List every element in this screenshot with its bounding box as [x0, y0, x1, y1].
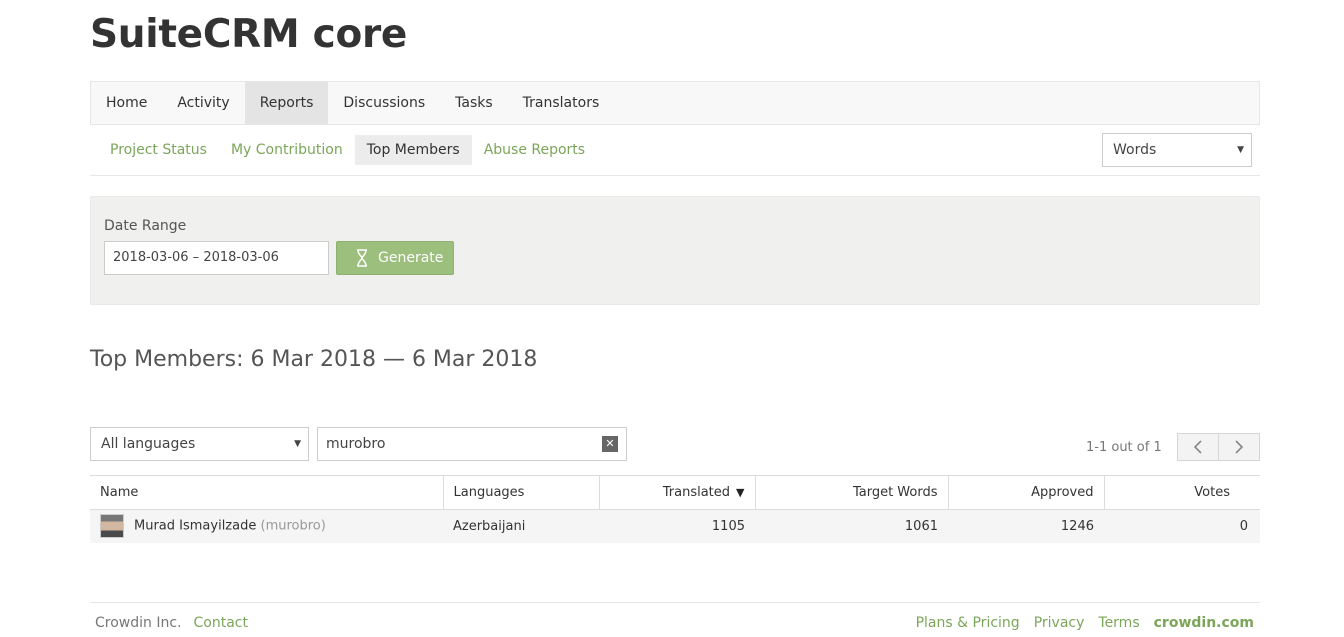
col-target-words[interactable]: Target Words [754, 475, 948, 510]
member-approved: 1246 [948, 509, 1104, 543]
footer-plans-link[interactable]: Plans & Pricing [916, 615, 1020, 631]
date-range-label: Date Range [104, 218, 187, 234]
member-username: (murobro) [260, 518, 326, 534]
date-range-input[interactable]: 2018-03-06 – 2018-03-06 [104, 241, 329, 275]
tab-my-contribution[interactable]: My Contribution [219, 135, 355, 165]
report-heading: Top Members: 6 Mar 2018 — 6 Mar 2018 [90, 347, 538, 372]
next-page-button[interactable] [1218, 434, 1259, 460]
nav-discussions[interactable]: Discussions [328, 82, 440, 124]
tab-project-status[interactable]: Project Status [98, 135, 219, 165]
units-select-value: Words [1113, 142, 1157, 158]
table-row: Murad Ismayilzade (murobro) Azerbaijani … [90, 509, 1260, 543]
member-votes: 0 [1104, 509, 1260, 543]
tab-top-members[interactable]: Top Members [354, 135, 472, 165]
nav-tasks[interactable]: Tasks [440, 82, 508, 124]
footer-company: Crowdin Inc. [95, 615, 182, 631]
prev-page-button[interactable] [1178, 434, 1218, 460]
caret-down-icon: ▼ [1237, 145, 1244, 155]
member-translated: 1105 [599, 509, 755, 543]
units-select[interactable]: Words ▼ [1102, 133, 1252, 167]
reports-sub-nav: Project Status My Contribution Top Membe… [90, 125, 1260, 176]
col-translated[interactable]: Translated ▼ [598, 475, 755, 510]
tab-abuse-reports[interactable]: Abuse Reports [472, 135, 597, 165]
pagination-info: 1-1 out of 1 [1086, 440, 1162, 455]
footer-brand-link[interactable]: crowdin.com [1154, 615, 1254, 631]
footer-right: Plans & Pricing Privacy Terms crowdin.co… [916, 615, 1254, 631]
member-languages: Azerbaijani [443, 509, 599, 543]
table-header-row: Name Languages Translated ▼ Target Words … [90, 475, 1260, 510]
avatar [100, 514, 124, 539]
footer-left: Crowdin Inc. Contact [95, 615, 248, 631]
pagination [1177, 433, 1260, 461]
footer-terms-link[interactable]: Terms [1098, 615, 1139, 631]
chevron-right-icon [1235, 440, 1244, 454]
nav-translators[interactable]: Translators [508, 82, 615, 124]
caret-down-icon: ▼ [294, 439, 301, 449]
sort-desc-icon: ▼ [736, 486, 745, 499]
col-approved[interactable]: Approved [947, 475, 1104, 510]
nav-home[interactable]: Home [91, 82, 162, 124]
generate-label: Generate [378, 250, 444, 266]
clear-icon[interactable]: ✕ [602, 436, 618, 452]
member-name-cell: Murad Ismayilzade (murobro) [90, 509, 443, 543]
member-target-words: 1061 [755, 509, 948, 543]
chevron-left-icon [1193, 440, 1202, 454]
language-filter-value: All languages [101, 436, 196, 452]
member-name[interactable]: Murad Ismayilzade [134, 519, 256, 534]
nav-reports[interactable]: Reports [244, 82, 329, 124]
footer: Crowdin Inc. Contact Plans & Pricing Pri… [90, 602, 1260, 637]
member-search-input[interactable]: murobro ✕ [317, 427, 627, 461]
language-filter-select[interactable]: All languages ▼ [90, 427, 309, 461]
search-value: murobro [326, 436, 386, 452]
col-votes[interactable]: Votes [1103, 475, 1260, 510]
hourglass-icon [357, 249, 367, 267]
nav-activity[interactable]: Activity [162, 82, 244, 124]
main-nav: Home Activity Reports Discussions Tasks … [90, 81, 1260, 125]
generate-button[interactable]: Generate [336, 241, 454, 275]
page-title: SuiteCRM core [90, 12, 408, 57]
col-languages[interactable]: Languages [442, 475, 599, 510]
date-filter-panel: Date Range 2018-03-06 – 2018-03-06 Gener… [90, 196, 1260, 305]
footer-privacy-link[interactable]: Privacy [1034, 615, 1085, 631]
top-members-table: Name Languages Translated ▼ Target Words … [90, 475, 1260, 543]
report-tabs: Project Status My Contribution Top Membe… [98, 135, 597, 165]
col-name[interactable]: Name [90, 475, 443, 510]
footer-contact-link[interactable]: Contact [194, 615, 248, 631]
